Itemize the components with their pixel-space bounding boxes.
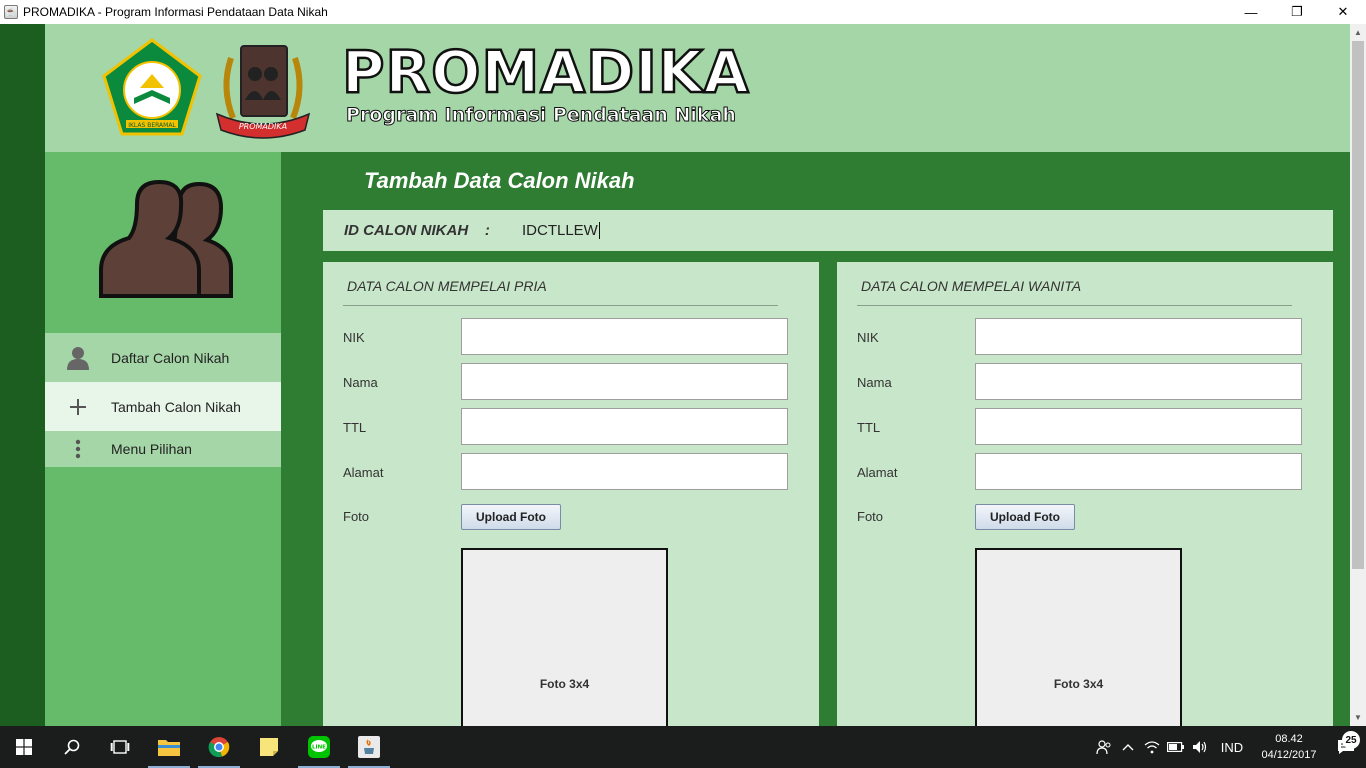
page-title: Tambah Data Calon Nikah <box>364 168 635 193</box>
window-titlebar: ☕ PROMADIKA - Program Informasi Pendataa… <box>0 0 1366 24</box>
id-label: ID CALON NIKAH : <box>344 222 522 239</box>
volume-icon[interactable] <box>1188 740 1212 754</box>
kemenag-logo-caption: IKLAS BERAMAL <box>128 122 176 129</box>
divider <box>857 305 1292 306</box>
nama-label: Nama <box>343 375 378 390</box>
ttl-label: TTL <box>343 420 367 435</box>
panel-title: DATA CALON MEMPELAI WANITA <box>861 278 1082 294</box>
maximize-button[interactable]: ❐ <box>1274 0 1320 24</box>
panel-wanita: DATA CALON MEMPELAI WANITA NIK Nama TTL … <box>837 262 1333 726</box>
brand-block: PROMADIKA Program Informasi Pendataan Ni… <box>341 37 750 127</box>
photo-placeholder-label: Foto 3x4 <box>539 677 590 691</box>
system-tray: IND 08.42 04/12/2017 25 <box>1092 726 1366 768</box>
main-content: Tambah Data Calon Nikah ID CALON NIKAH :… <box>281 152 1350 726</box>
chrome-icon <box>208 737 230 758</box>
wifi-icon[interactable] <box>1140 740 1164 754</box>
plus-icon <box>45 398 111 415</box>
person-icon <box>45 346 111 370</box>
minimize-button[interactable]: — <box>1228 0 1274 24</box>
sidebar-item-menu-pilihan[interactable]: Menu Pilihan <box>45 431 281 467</box>
wanita-photo-placeholder: Foto 3x4 <box>975 548 1182 726</box>
sidebar-menu: Daftar Calon Nikah Tambah Calon Nikah Me… <box>45 333 281 467</box>
pria-alamat-input[interactable] <box>461 453 788 490</box>
panel-pria: DATA CALON MEMPELAI PRIA NIK Nama TTL Al… <box>323 262 819 726</box>
left-strip <box>0 24 45 726</box>
more-vertical-icon <box>45 439 111 459</box>
nik-label: NIK <box>857 330 879 345</box>
taskbar: LINE IND 08.42 04/12/2017 25 <box>0 726 1366 768</box>
divider <box>343 305 778 306</box>
promadika-logo: PROMADIKA <box>215 45 311 139</box>
foto-label: Foto <box>857 509 884 524</box>
task-view-icon <box>110 740 130 754</box>
search-icon <box>64 739 80 755</box>
taskbar-java[interactable] <box>344 726 394 768</box>
id-label-text: ID CALON NIKAH <box>344 222 469 239</box>
nama-label: Nama <box>857 375 892 390</box>
sidebar: Daftar Calon Nikah Tambah Calon Nikah Me… <box>45 152 281 726</box>
sidebar-item-tambah-calon-nikah[interactable]: Tambah Calon Nikah <box>45 382 281 431</box>
chevron-up-icon[interactable] <box>1116 743 1140 751</box>
wanita-ttl-input[interactable] <box>975 408 1302 445</box>
start-button[interactable] <box>0 726 48 768</box>
search-button[interactable] <box>48 726 96 768</box>
java-icon <box>358 736 380 758</box>
nik-label: NIK <box>343 330 365 345</box>
svg-text:LINE: LINE <box>312 745 326 751</box>
wanita-upload-foto-button[interactable]: Upload Foto <box>975 504 1075 530</box>
sidebar-item-daftar-calon-nikah[interactable]: Daftar Calon Nikah <box>45 333 281 382</box>
scroll-up-arrow-icon[interactable]: ▲ <box>1350 24 1366 41</box>
task-view-button[interactable] <box>96 726 144 768</box>
scroll-down-arrow-icon[interactable]: ▼ <box>1350 709 1366 726</box>
sidebar-item-label: Daftar Calon Nikah <box>111 349 230 366</box>
folder-icon <box>158 740 180 756</box>
photo-placeholder-label: Foto 3x4 <box>1053 677 1104 691</box>
clock-date: 04/12/2017 <box>1261 749 1317 761</box>
vertical-scrollbar[interactable]: ▲ ▼ <box>1350 24 1366 726</box>
window-title: PROMADIKA - Program Informasi Pendataan … <box>23 5 328 19</box>
clock-time: 08.42 <box>1275 733 1303 745</box>
id-bar: ID CALON NIKAH : IDCTLLEW <box>323 210 1333 251</box>
sidebar-item-label: Tambah Calon Nikah <box>111 398 241 415</box>
app-frame: IKLAS BERAMAL PROMADIKA PROMADIKA Progra… <box>0 24 1350 726</box>
taskbar-sticky-notes[interactable] <box>244 726 294 768</box>
line-app-icon: LINE <box>308 736 330 758</box>
kemenag-logo: IKLAS BERAMAL <box>102 38 202 136</box>
pria-nama-input[interactable] <box>461 363 788 400</box>
taskbar-file-explorer[interactable] <box>144 726 194 768</box>
brand-title: PROMADIKA <box>341 37 750 108</box>
brand-subtitle: Program Informasi Pendataan Nikah <box>346 104 737 127</box>
input-language[interactable]: IND <box>1212 740 1252 755</box>
id-value-field[interactable]: IDCTLLEW <box>522 222 600 239</box>
windows-icon <box>16 739 32 755</box>
taskbar-line[interactable]: LINE <box>294 726 344 768</box>
wanita-nama-input[interactable] <box>975 363 1302 400</box>
sidebar-item-label: Menu Pilihan <box>111 441 192 457</box>
wanita-alamat-input[interactable] <box>975 453 1302 490</box>
users-icon <box>99 179 233 298</box>
taskbar-chrome[interactable] <box>194 726 244 768</box>
people-icon[interactable] <box>1092 739 1116 755</box>
pria-ttl-input[interactable] <box>461 408 788 445</box>
pria-photo-placeholder: Foto 3x4 <box>461 548 668 726</box>
panel-title: DATA CALON MEMPELAI PRIA <box>347 278 547 294</box>
alamat-label: Alamat <box>857 465 898 480</box>
scrollbar-thumb[interactable] <box>1352 41 1364 569</box>
close-button[interactable]: ✕ <box>1320 0 1366 24</box>
wanita-nik-input[interactable] <box>975 318 1302 355</box>
java-app-icon: ☕ <box>4 5 18 19</box>
app-header: IKLAS BERAMAL PROMADIKA PROMADIKA Progra… <box>45 24 1350 152</box>
battery-icon[interactable] <box>1164 742 1188 752</box>
ttl-label: TTL <box>857 420 881 435</box>
alamat-label: Alamat <box>343 465 384 480</box>
foto-label: Foto <box>343 509 370 524</box>
promadika-logo-caption: PROMADIKA <box>239 122 287 131</box>
pria-upload-foto-button[interactable]: Upload Foto <box>461 504 561 530</box>
notification-count-badge: 25 <box>1342 731 1360 749</box>
sticky-notes-icon <box>260 738 278 756</box>
taskbar-clock[interactable]: 08.42 04/12/2017 <box>1252 731 1326 763</box>
action-center-button[interactable]: 25 <box>1326 731 1366 755</box>
id-separator: : <box>484 222 490 239</box>
pria-nik-input[interactable] <box>461 318 788 355</box>
